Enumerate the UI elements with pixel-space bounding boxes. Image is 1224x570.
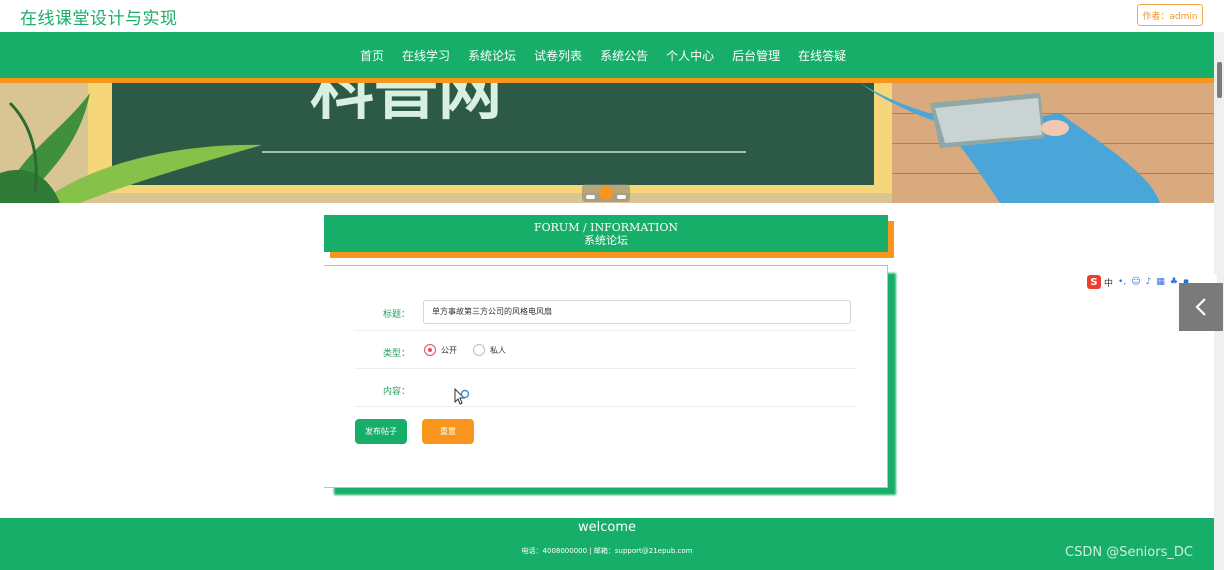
skin-icon[interactable]: ♣	[1170, 277, 1178, 287]
chalkboard-text-graphic: 科普网	[310, 83, 502, 129]
nav-item-forum[interactable]: 系统论坛	[468, 47, 516, 64]
radio-unchecked[interactable]	[473, 344, 485, 356]
type-row: 类型： 公开 私人	[354, 331, 856, 369]
sogou-logo-icon[interactable]: S	[1087, 275, 1101, 289]
footer-welcome: welcome	[577, 520, 636, 535]
reset-button[interactable]: 重置	[422, 419, 474, 444]
chevron-left-icon	[1195, 298, 1206, 316]
type-option-public-label: 公开	[441, 345, 457, 355]
plant-illustration	[0, 93, 262, 203]
section-header: FORUM / INFORMATION 系统论坛	[324, 215, 888, 252]
nav-item-exam-list[interactable]: 试卷列表	[534, 47, 582, 64]
type-radio-group: 公开 私人	[424, 344, 522, 356]
nav-item-personal-center[interactable]: 个人中心	[666, 47, 714, 64]
site-title: 在线课堂设计与实现	[20, 9, 178, 29]
keyboard-icon[interactable]: ▦	[1156, 277, 1165, 287]
forum-post-form: 标题： 单方事故第三方公司的风格电风扇 类型： 公开 私人 内容： 发布帖子 重…	[324, 265, 888, 488]
type-label: 类型：	[382, 349, 410, 359]
top-bar: 在线课堂设计与实现 作者：admin	[0, 0, 1224, 32]
carousel-dot-active[interactable]	[599, 186, 613, 200]
nav-item-qa[interactable]: 在线答疑	[798, 47, 846, 64]
ime-mode-indicator[interactable]: 中	[1104, 276, 1113, 289]
author-badge[interactable]: 作者：admin	[1137, 4, 1203, 26]
footer-contact: 电话：4008000000 | 邮箱：support@21epub.com	[521, 547, 693, 555]
content-label: 内容：	[382, 387, 410, 397]
carousel-dot[interactable]	[617, 195, 626, 199]
main-nav: 首页 在线学习 系统论坛 试卷列表 系统公告 个人中心 后台管理 在线答疑	[0, 32, 1214, 78]
emoji-icon[interactable]: ☺	[1131, 277, 1140, 287]
publish-post-button[interactable]: 发布帖子	[355, 419, 407, 444]
footer: welcome 电话：4008000000 | 邮箱：support@21epu…	[0, 518, 1214, 570]
chalk-line	[262, 151, 746, 153]
nav-item-online-learning[interactable]: 在线学习	[402, 47, 450, 64]
csdn-watermark: CSDN @Seniors_DC	[1065, 545, 1193, 560]
nav-items: 首页 在线学习 系统论坛 试卷列表 系统公告 个人中心 后台管理 在线答疑	[360, 32, 864, 78]
microphone-icon[interactable]: ♪	[1146, 277, 1152, 287]
punctuation-icon[interactable]: •,	[1118, 277, 1126, 287]
type-option-public[interactable]: 公开	[424, 344, 457, 356]
scrollbar-thumb[interactable]	[1217, 62, 1222, 98]
svg-text:科普网: 科普网	[310, 83, 502, 129]
carousel-dot[interactable]	[586, 195, 595, 199]
banner-carousel[interactable]: 科普网	[0, 83, 1214, 203]
mouse-cursor-icon	[454, 388, 470, 405]
content-row[interactable]: 内容：	[354, 369, 856, 407]
nav-item-admin[interactable]: 后台管理	[732, 47, 780, 64]
radio-checked[interactable]	[424, 344, 436, 356]
nav-item-home[interactable]: 首页	[360, 47, 384, 64]
title-input[interactable]: 单方事故第三方公司的风格电风扇	[423, 300, 851, 324]
title-row: 标题： 单方事故第三方公司的风格电风扇	[354, 291, 856, 331]
section-title-cn: 系统论坛	[584, 234, 628, 247]
nav-item-announcements[interactable]: 系统公告	[600, 47, 648, 64]
teacher-illustration	[860, 83, 1160, 203]
type-option-private[interactable]: 私人	[473, 344, 506, 356]
section-title-en: FORUM / INFORMATION	[534, 221, 678, 234]
title-label: 标题：	[382, 310, 410, 320]
type-option-private-label: 私人	[490, 345, 506, 355]
side-collapse-button[interactable]	[1179, 283, 1223, 331]
